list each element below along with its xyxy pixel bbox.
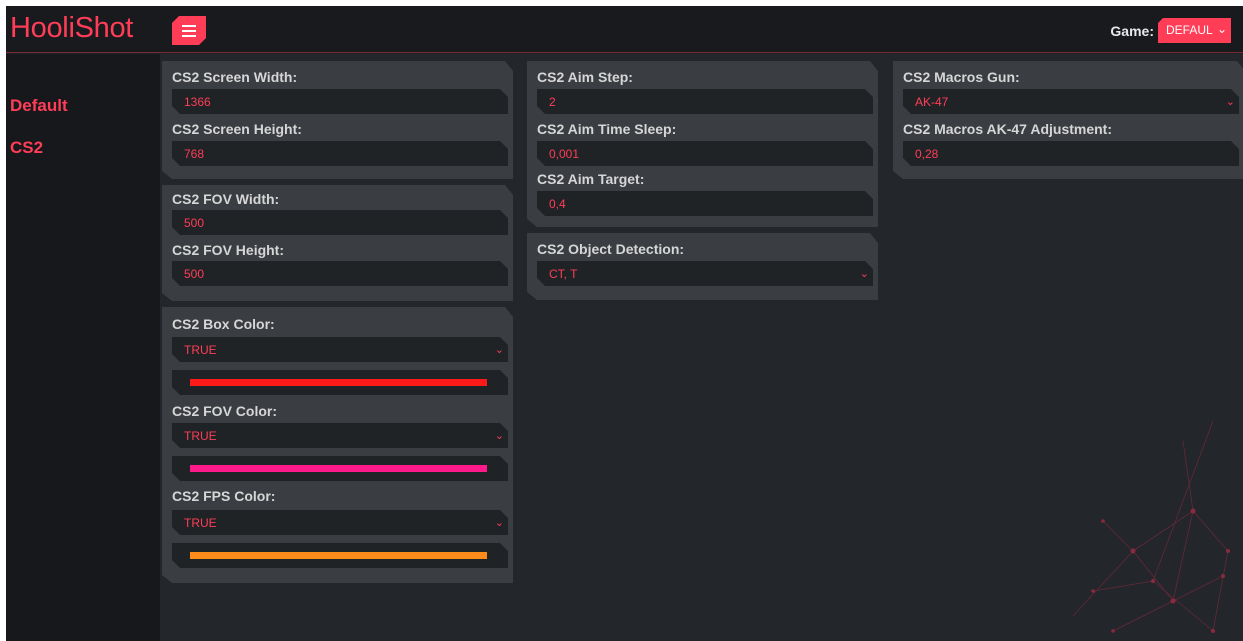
screen-height-input[interactable]: 768 xyxy=(172,141,508,166)
fps-color-swatch xyxy=(190,552,487,559)
chevron-down-icon: ⌄ xyxy=(1225,96,1235,108)
game-label: Game: xyxy=(1110,22,1154,39)
macros-adjustment-label: CS2 Macros AK-47 Adjustment: xyxy=(903,121,1113,137)
app-logo[interactable]: HooliShot xyxy=(10,12,133,45)
fov-color-value: TRUE xyxy=(184,429,217,443)
game-select-value: DEFAUL xyxy=(1166,23,1213,37)
fov-color-picker[interactable] xyxy=(172,456,508,481)
macros-gun-select[interactable]: AK-47 ⌄ xyxy=(903,89,1239,114)
fov-height-label: CS2 FOV Height: xyxy=(172,242,285,258)
app-window: HooliShot Game: DEFAUL ⌄ Default CS2 CS2… xyxy=(6,6,1243,641)
sidebar-item-cs2[interactable]: CS2 xyxy=(10,138,43,158)
aim-target-label: CS2 Aim Target: xyxy=(537,171,645,187)
box-color-label: CS2 Box Color: xyxy=(172,316,275,332)
game-select[interactable]: DEFAUL ⌄ xyxy=(1158,18,1231,43)
game-selector: Game: DEFAUL ⌄ xyxy=(1110,18,1231,43)
fps-color-picker[interactable] xyxy=(172,543,508,568)
chevron-down-icon: ⌄ xyxy=(1216,22,1227,36)
screen-width-input[interactable]: 1366 xyxy=(172,89,508,114)
macros-gun-label: CS2 Macros Gun: xyxy=(903,69,1020,85)
object-detection-label: CS2 Object Detection: xyxy=(537,241,685,257)
aim-step-label: CS2 Aim Step: xyxy=(537,69,633,85)
fov-color-label: CS2 FOV Color: xyxy=(172,403,278,419)
screen-size-card: CS2 Screen Width: 1366 CS2 Screen Height… xyxy=(162,61,513,179)
screen-height-label: CS2 Screen Height: xyxy=(172,121,302,137)
object-detection-value: CT, T xyxy=(549,267,578,281)
top-bar: HooliShot Game: DEFAUL ⌄ xyxy=(6,6,1243,53)
screen-width-label: CS2 Screen Width: xyxy=(172,69,298,85)
aim-card: CS2 Aim Step: 2 CS2 Aim Time Sleep: 0,00… xyxy=(527,61,878,227)
hamburger-icon-line xyxy=(182,35,196,37)
box-color-select[interactable]: TRUE ⌄ xyxy=(172,337,508,362)
menu-toggle-button[interactable] xyxy=(172,16,206,45)
object-detection-select[interactable]: CT, T ⌄ xyxy=(537,261,873,286)
macros-card: CS2 Macros Gun: AK-47 ⌄ CS2 Macros AK-47… xyxy=(893,61,1243,179)
fov-width-input[interactable]: 500 xyxy=(172,210,508,235)
fps-color-label: CS2 FPS Color: xyxy=(172,488,276,504)
aim-step-input[interactable]: 2 xyxy=(537,89,873,114)
fov-color-select[interactable]: TRUE ⌄ xyxy=(172,423,508,448)
macros-gun-value: AK-47 xyxy=(915,95,949,109)
aim-time-sleep-input[interactable]: 0,001 xyxy=(537,141,873,166)
box-color-swatch xyxy=(190,379,487,386)
chevron-down-icon: ⌄ xyxy=(494,344,504,356)
fov-height-input[interactable]: 500 xyxy=(172,261,508,286)
fps-color-select[interactable]: TRUE ⌄ xyxy=(172,510,508,535)
sidebar-item-default[interactable]: Default xyxy=(10,96,68,116)
fov-size-card: CS2 FOV Width: 500 CS2 FOV Height: 500 xyxy=(162,185,513,301)
aim-target-input[interactable]: 0,4 xyxy=(537,191,873,216)
fov-color-swatch xyxy=(190,465,487,472)
chevron-down-icon: ⌄ xyxy=(494,430,504,442)
chevron-down-icon: ⌄ xyxy=(859,268,869,280)
aim-time-sleep-label: CS2 Aim Time Sleep: xyxy=(537,121,677,137)
box-color-picker[interactable] xyxy=(172,370,508,395)
macros-adjustment-input[interactable]: 0,28 xyxy=(903,141,1239,166)
fps-color-value: TRUE xyxy=(184,516,217,530)
fov-width-label: CS2 FOV Width: xyxy=(172,191,280,207)
colors-card: CS2 Box Color: TRUE ⌄ CS2 FOV Color: TRU… xyxy=(162,307,513,583)
box-color-value: TRUE xyxy=(184,343,217,357)
settings-panel: CS2 Screen Width: 1366 CS2 Screen Height… xyxy=(160,54,1243,641)
hamburger-icon-line xyxy=(182,30,196,32)
hamburger-icon xyxy=(182,25,196,27)
chevron-down-icon: ⌄ xyxy=(494,517,504,529)
network-decoration-graphic xyxy=(1072,420,1230,633)
sidebar: Default CS2 xyxy=(6,54,160,641)
object-detection-card: CS2 Object Detection: CT, T ⌄ xyxy=(527,233,878,300)
